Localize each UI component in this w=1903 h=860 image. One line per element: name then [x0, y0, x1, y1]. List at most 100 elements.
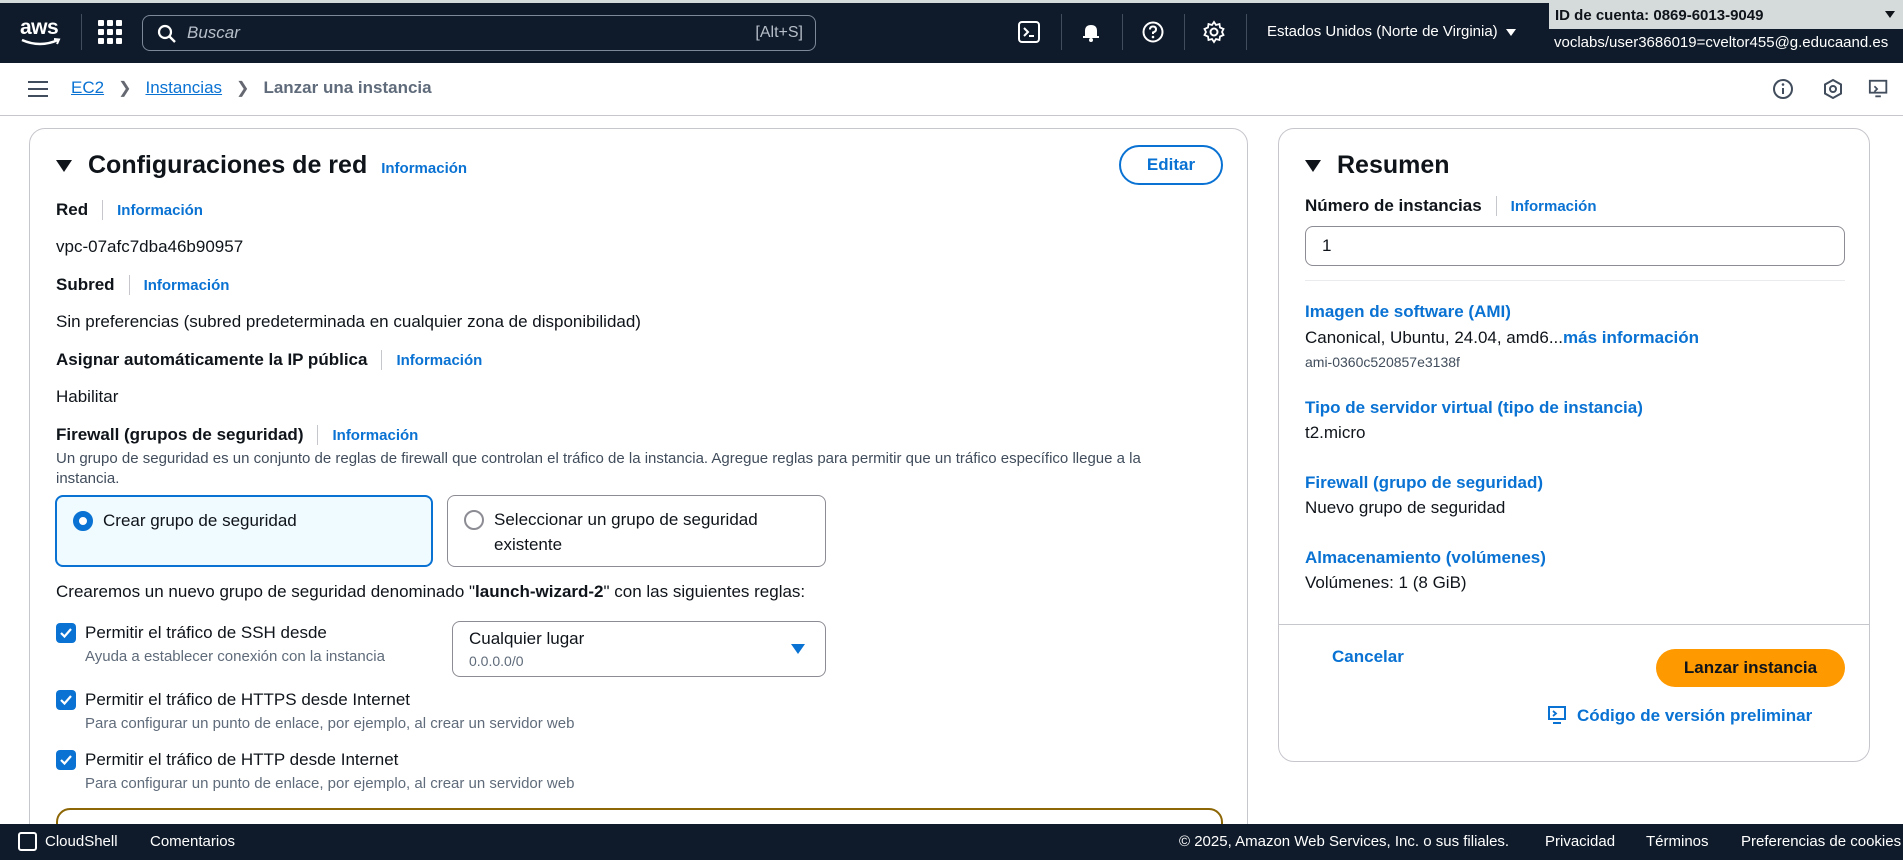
- chevron-down-icon: [1505, 28, 1516, 36]
- notifications-bell-icon[interactable]: [1079, 20, 1103, 44]
- menu-hamburger-icon[interactable]: [28, 81, 48, 102]
- radio-selected-icon: [73, 511, 93, 531]
- new-group-text-suffix: " con las siguientes reglas:: [603, 582, 806, 601]
- ssh-source-select[interactable]: Cualquier lugar 0.0.0.0/0: [452, 621, 826, 677]
- help-icon[interactable]: [1141, 20, 1165, 44]
- account-menu[interactable]: ID de cuenta: 0869-6013-9049: [1549, 3, 1903, 29]
- breadcrumb-bar: EC2 ❯ Instancias ❯ Lanzar una instancia: [0, 63, 1903, 116]
- ami-value: Canonical, Ubuntu, 24.04, amd6...más inf…: [1305, 328, 1699, 348]
- ssh-checkbox[interactable]: [56, 623, 76, 643]
- footer-feedback[interactable]: Comentarios: [150, 833, 235, 850]
- cancel-button[interactable]: Cancelar: [1332, 647, 1404, 667]
- footer-cloudshell[interactable]: CloudShell: [45, 833, 118, 850]
- region-label: Estados Unidos (Norte de Virginia): [1267, 23, 1498, 40]
- footer-copyright: © 2025, Amazon Web Services, Inc. o sus …: [1179, 833, 1510, 850]
- account-id: ID de cuenta: 0869-6013-9049: [1555, 7, 1764, 24]
- search-input[interactable]: [187, 22, 687, 44]
- https-label: Permitir el tráfico de HTTPS desde Inter…: [85, 690, 411, 709]
- services-grid-icon[interactable]: [98, 20, 122, 44]
- instance-type-link[interactable]: Tipo de servidor virtual (tipo de instan…: [1305, 398, 1643, 418]
- radio-create-security-group[interactable]: Crear grupo de seguridad: [55, 495, 433, 567]
- network-label: Red Información: [56, 200, 203, 220]
- nav-divider: [1122, 14, 1123, 50]
- network-settings-header[interactable]: Configuraciones de red Información: [56, 151, 467, 180]
- summary-panel: Resumen Número de instancias Información…: [1278, 128, 1870, 762]
- network-info-link[interactable]: Información: [381, 160, 467, 177]
- breadcrumb-instancias[interactable]: Instancias: [145, 78, 222, 98]
- edit-button[interactable]: Editar: [1119, 145, 1223, 185]
- public-ip-value: Habilitar: [56, 387, 119, 406]
- caret-down-icon: [791, 644, 805, 654]
- breadcrumb: EC2 ❯ Instancias ❯ Lanzar una instancia: [71, 78, 432, 98]
- feedback-screen-icon[interactable]: [1868, 78, 1890, 100]
- https-checkbox[interactable]: [56, 690, 76, 710]
- subnet-value: Sin preferencias (subred predeterminada …: [56, 312, 641, 331]
- ssh-source-cidr: 0.0.0.0/0: [469, 653, 524, 669]
- http-label: Permitir el tráfico de HTTP desde Intern…: [85, 750, 399, 769]
- label-divider: [317, 425, 319, 445]
- radio-select-existing-group[interactable]: Seleccionar un grupo de seguridad existe…: [447, 495, 826, 567]
- launch-instance-button[interactable]: Lanzar instancia: [1656, 649, 1845, 687]
- nav-divider: [1246, 14, 1247, 50]
- code-screen-icon: [1548, 706, 1566, 724]
- checkmark-icon: [60, 628, 72, 639]
- footer-cookie-preferences[interactable]: Preferencias de cookies: [1741, 833, 1901, 850]
- storage-value: Volúmenes: 1 (8 GiB): [1305, 573, 1467, 592]
- region-selector[interactable]: Estados Unidos (Norte de Virginia): [1267, 23, 1516, 40]
- firewall-summary-link[interactable]: Firewall (grupo de seguridad): [1305, 473, 1543, 493]
- label-divider: [1495, 196, 1497, 216]
- aws-logo[interactable]: aws: [20, 16, 62, 46]
- nav-divider: [1061, 14, 1062, 50]
- chevron-right-icon: ❯: [118, 80, 132, 97]
- footer: CloudShell Comentarios © 2025, Amazon We…: [0, 824, 1903, 860]
- subnet-info-link[interactable]: Información: [144, 277, 230, 294]
- summary-title: Resumen: [1337, 151, 1450, 179]
- instance-count-info-link[interactable]: Información: [1511, 198, 1597, 215]
- info-circle-icon[interactable]: [1772, 78, 1794, 100]
- ami-value-text: Canonical, Ubuntu, 24.04, amd6...: [1305, 328, 1563, 347]
- radio-create-label: Crear grupo de seguridad: [103, 511, 297, 530]
- storage-link[interactable]: Almacenamiento (volúmenes): [1305, 548, 1546, 568]
- summary-header[interactable]: Resumen: [1305, 151, 1450, 180]
- radio-unselected-icon: [464, 510, 484, 530]
- https-helper: Para configurar un punto de enlace, por …: [85, 715, 575, 732]
- network-info-link[interactable]: Información: [117, 202, 203, 219]
- label-divider: [381, 350, 383, 370]
- firewall-summary-value: Nuevo grupo de seguridad: [1305, 498, 1506, 517]
- new-group-description: Crearemos un nuevo grupo de seguridad de…: [56, 582, 805, 602]
- http-checkbox[interactable]: [56, 750, 76, 770]
- footer-terms[interactable]: Términos: [1646, 833, 1709, 850]
- label-divider: [128, 275, 130, 295]
- vpc-value: vpc-07afc7dba46b90957: [56, 237, 244, 256]
- preview-code-label: Código de versión preliminar: [1577, 706, 1813, 725]
- preview-code-link[interactable]: Código de versión preliminar: [1547, 705, 1812, 727]
- checkmark-icon: [60, 695, 72, 706]
- instance-count-input[interactable]: [1305, 226, 1845, 266]
- instance-count-label: Número de instancias Información: [1305, 196, 1597, 216]
- cloudshell-icon[interactable]: [1017, 20, 1041, 44]
- firewall-info-link[interactable]: Información: [332, 427, 418, 444]
- subnet-label: Subred Información: [56, 275, 229, 295]
- settings-gear-icon[interactable]: [1202, 20, 1226, 44]
- ami-more-info-link[interactable]: más información: [1563, 328, 1699, 347]
- ami-link[interactable]: Imagen de software (AMI): [1305, 302, 1511, 322]
- network-settings-title: Configuraciones de red: [88, 151, 368, 179]
- nav-divider: [1184, 14, 1185, 50]
- search-box[interactable]: [Alt+S]: [142, 15, 816, 51]
- security-group-name: launch-wizard-2: [475, 582, 604, 601]
- firewall-description: Un grupo de seguridad es un conjunto de …: [56, 450, 1141, 487]
- top-navigation: aws [Alt+S] Estados Un: [0, 0, 1903, 63]
- public-ip-info-link[interactable]: Información: [396, 352, 482, 369]
- caret-down-icon: [1305, 159, 1321, 172]
- search-icon: [157, 24, 176, 43]
- ssh-source-value: Cualquier lugar: [469, 629, 585, 648]
- security-hexagon-icon[interactable]: [1822, 78, 1844, 100]
- instance-type-value: t2.micro: [1305, 423, 1366, 442]
- search-shortcut: [Alt+S]: [755, 24, 803, 41]
- chevron-down-icon: [1885, 11, 1895, 18]
- footer-privacy[interactable]: Privacidad: [1545, 833, 1615, 850]
- breadcrumb-current: Lanzar una instancia: [263, 78, 432, 97]
- aws-smile-icon: [21, 38, 61, 46]
- breadcrumb-ec2[interactable]: EC2: [71, 78, 104, 98]
- aws-logo-text: aws: [20, 16, 59, 39]
